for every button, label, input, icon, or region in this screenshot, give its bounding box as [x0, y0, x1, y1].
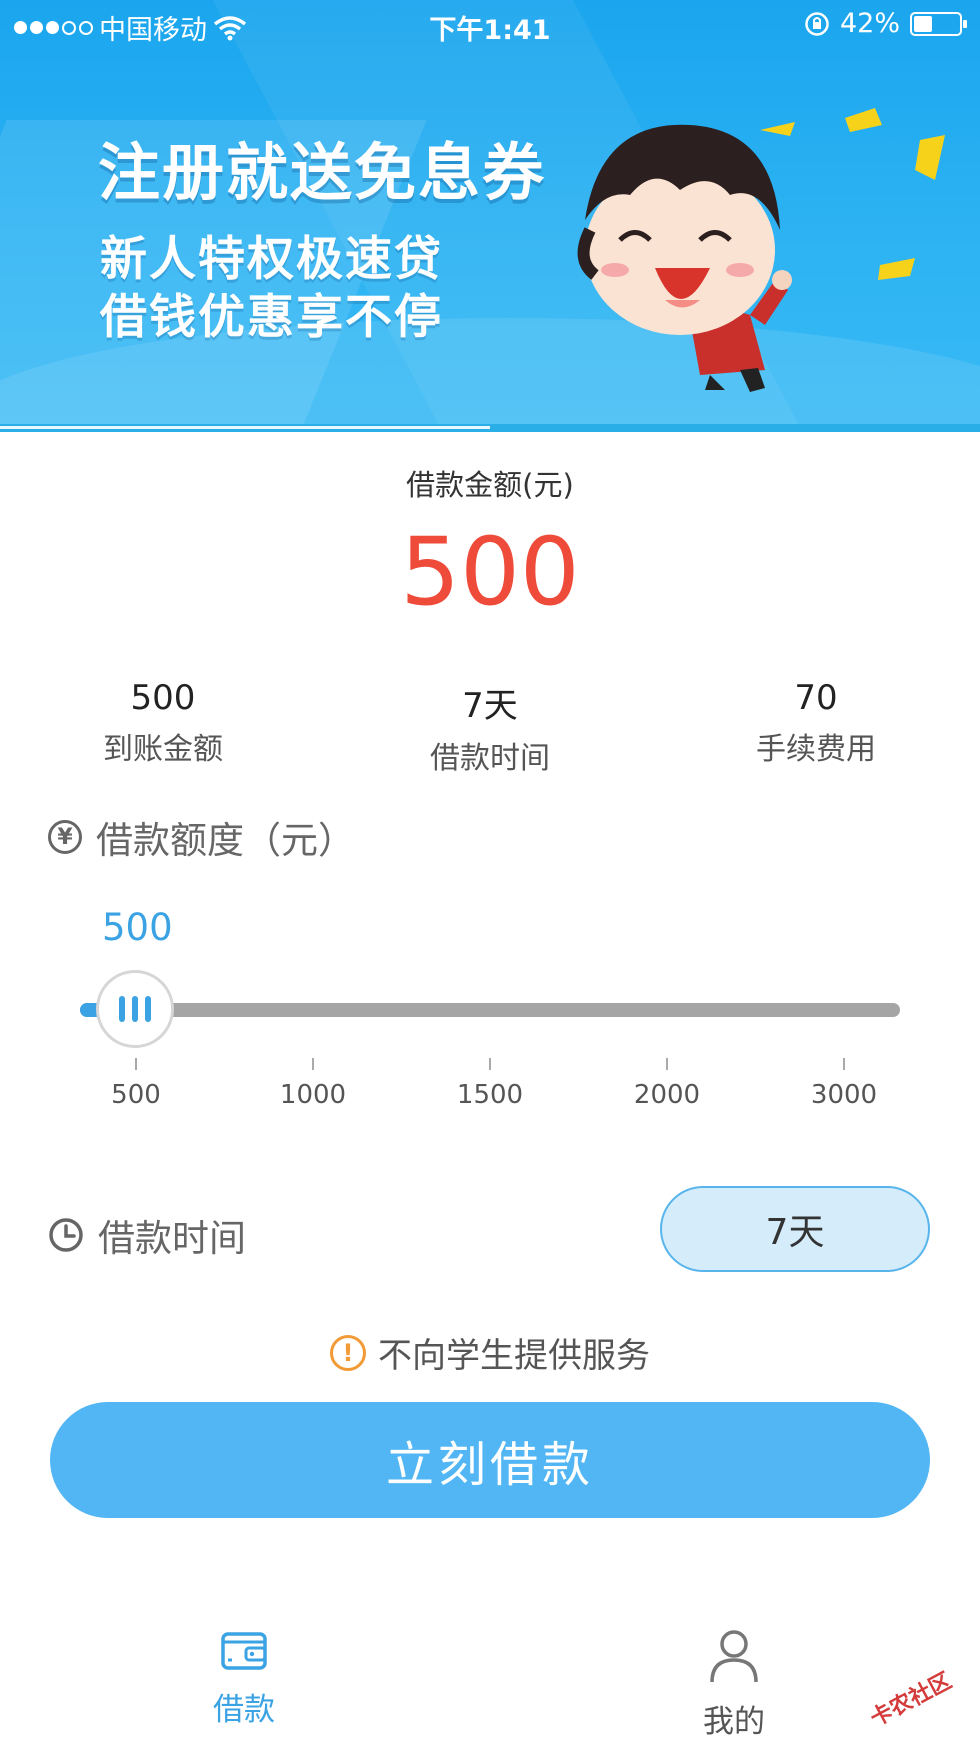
watermark-logo: 卡农社区	[866, 1668, 956, 1732]
slider-tick-label: 500	[111, 1080, 161, 1110]
stat-label: 借款时间	[430, 741, 550, 776]
banner-title: 注册就送免息券	[98, 136, 547, 209]
grip-icon	[119, 996, 125, 1022]
limit-section-header: ¥ 借款额度（元）	[48, 810, 355, 864]
tab-label: 我的	[703, 1704, 765, 1740]
term-select-button[interactable]: 7天	[660, 1186, 930, 1272]
term-section-title: 借款时间	[98, 1217, 246, 1260]
clock-icon	[49, 1218, 83, 1252]
slider-tick-label: 2000	[633, 1080, 701, 1110]
stat-value: 70	[794, 678, 838, 718]
loan-amount-label: 借款金额(元)	[406, 468, 574, 502]
stat-loan-term: 7天 借款时间	[370, 678, 610, 777]
status-bar: 中国移动 下午1:41 42%	[0, 0, 980, 50]
stat-value: 7天	[462, 686, 518, 726]
rotation-lock-icon	[805, 11, 829, 36]
tab-borrow[interactable]: 借款	[144, 1628, 344, 1729]
term-section-header: 借款时间	[48, 1208, 246, 1262]
notice-text: 不向学生提供服务	[378, 1336, 650, 1376]
user-icon	[710, 1630, 758, 1683]
stat-received-amount: 500 到账金额	[43, 678, 283, 768]
student-notice: ! 不向学生提供服务	[0, 1328, 980, 1377]
amount-slider-track[interactable]	[80, 1003, 900, 1017]
slider-tick	[843, 1058, 845, 1070]
slider-tick-label: 3000	[810, 1080, 878, 1110]
slider-tick-label: 1500	[456, 1080, 524, 1110]
slider-tick	[135, 1058, 137, 1070]
wallet-icon	[221, 1632, 267, 1670]
limit-section-title: 借款额度（元）	[96, 819, 355, 862]
borrow-now-button[interactable]: 立刻借款	[50, 1402, 930, 1518]
slider-tick	[489, 1058, 491, 1070]
grip-icon	[132, 996, 138, 1022]
amount-slider-thumb[interactable]	[96, 970, 174, 1048]
grip-icon	[145, 996, 151, 1022]
banner-subtitle-2: 借钱优惠享不停	[100, 290, 443, 345]
slider-current-value: 500	[102, 906, 173, 949]
loan-amount-value: 500	[400, 518, 580, 627]
tab-label: 借款	[213, 1692, 275, 1728]
promo-banner[interactable]: 中国移动 下午1:41 42% 注册就送免息券 新人特权极速贷 借钱优惠享不停	[0, 0, 980, 432]
slider-tick	[312, 1058, 314, 1070]
yen-circle-icon: ¥	[48, 820, 82, 854]
slider-tick	[666, 1058, 668, 1070]
stat-value: 500	[130, 678, 196, 718]
battery-icon	[910, 11, 967, 36]
warning-icon: !	[330, 1334, 366, 1371]
stat-label: 到账金额	[103, 732, 223, 767]
mascot-illustration	[577, 108, 945, 392]
stat-service-fee: 70 手续费用	[696, 678, 936, 768]
banner-page-indicator	[0, 426, 490, 429]
slider-tick-label: 1000	[279, 1080, 347, 1110]
stat-label: 手续费用	[756, 732, 876, 767]
tab-mine[interactable]: 我的	[634, 1628, 834, 1741]
battery-percent: 42%	[839, 8, 900, 39]
